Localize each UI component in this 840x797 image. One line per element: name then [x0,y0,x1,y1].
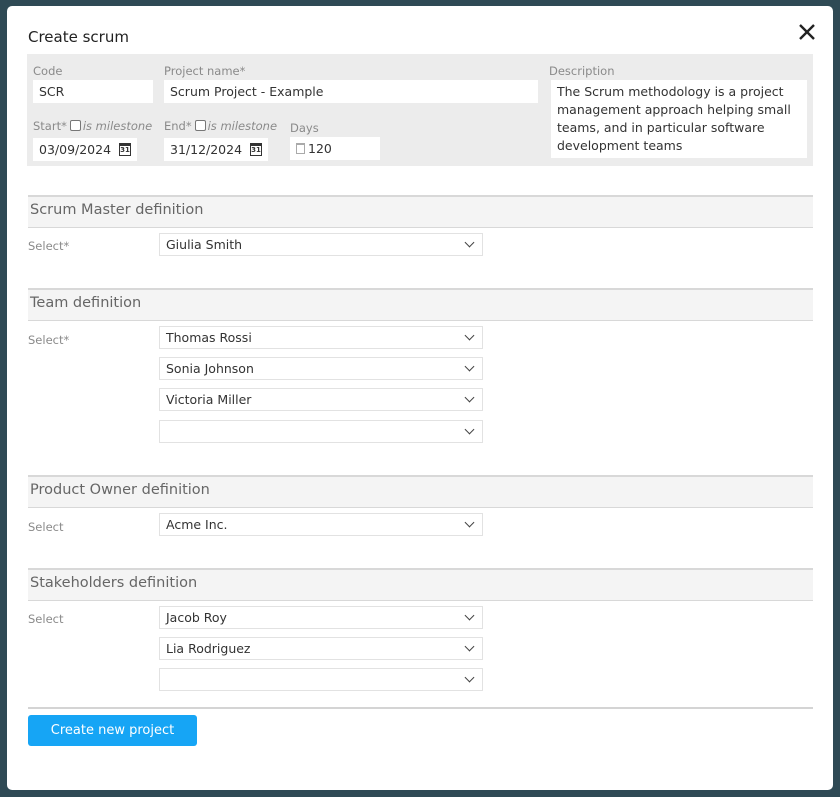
chevron-down-icon [464,424,475,435]
scrum-master-select[interactable]: Giulia Smith [159,233,483,256]
close-icon [799,24,815,40]
code-input[interactable]: SCR [33,80,153,103]
project-name-label: Project name* [164,64,246,78]
start-milestone-label: is milestone [82,119,153,133]
chevron-down-icon [464,237,475,248]
select-value: Sonia Johnson [166,361,254,376]
chevron-down-icon [464,361,475,372]
section-scrum-master: Scrum Master definition [28,195,813,228]
create-new-project-button[interactable]: Create new project [28,715,197,746]
start-milestone-checkbox[interactable] [69,120,81,131]
scrum-master-select-label: Select* [28,239,70,253]
start-label: Start* [33,119,67,133]
footer-divider [28,707,813,709]
section-stakeholders: Stakeholders definition [28,568,813,601]
select-value: Thomas Rossi [166,330,252,345]
description-textarea[interactable]: The Scrum methodology is a project manag… [551,80,807,158]
select-value: Giulia Smith [166,237,243,252]
stakeholders-select-label: Select [28,612,64,626]
section-team: Team definition [28,288,813,321]
start-label-group: Start* is milestone [33,119,152,133]
calendar-icon[interactable]: 31 [119,143,131,156]
select-value: Lia Rodriguez [166,641,251,656]
days-value: 120 [308,141,332,156]
stakeholders-select-2[interactable]: Lia Rodriguez [159,637,483,660]
close-button[interactable] [796,21,818,43]
chevron-down-icon [464,641,475,652]
calendar-icon[interactable]: 31 [250,143,262,156]
team-select-4[interactable] [159,420,483,443]
days-input[interactable]: 120 [290,137,380,160]
team-select-1[interactable]: Thomas Rossi [159,326,483,349]
start-date-input[interactable]: 03/09/2024 31 [33,138,137,161]
chevron-down-icon [464,392,475,403]
select-value: Victoria Miller [166,392,252,407]
section-product-owner: Product Owner definition [28,475,813,508]
project-name-input[interactable]: Scrum Project - Example [164,80,538,103]
chevron-down-icon [464,672,475,683]
stakeholders-select-1[interactable]: Jacob Roy [159,606,483,629]
chevron-down-icon [464,330,475,341]
end-date-input[interactable]: 31/12/2024 31 [164,138,268,161]
product-owner-select-label: Select [28,520,64,534]
select-value: Acme Inc. [166,517,228,532]
team-select-label: Select* [28,333,70,347]
start-date-value: 03/09/2024 [39,142,112,157]
chevron-down-icon [464,517,475,528]
end-milestone-checkbox[interactable] [194,120,206,131]
modal-title: Create scrum [28,28,129,46]
select-value: Jacob Roy [166,610,227,625]
stakeholders-select-3[interactable] [159,668,483,691]
product-owner-select[interactable]: Acme Inc. [159,513,483,536]
days-icon [296,143,305,154]
end-label: End* [164,119,192,133]
days-label: Days [290,121,319,135]
description-label: Description [549,64,615,78]
team-select-2[interactable]: Sonia Johnson [159,357,483,380]
end-date-value: 31/12/2024 [170,142,243,157]
end-milestone-label: is milestone [207,119,278,133]
code-label: Code [33,64,63,78]
create-scrum-modal: Create scrum Code SCR Project name* Scru… [7,6,833,790]
team-select-3[interactable]: Victoria Miller [159,388,483,411]
end-label-group: End* is milestone [164,119,277,133]
chevron-down-icon [464,610,475,621]
